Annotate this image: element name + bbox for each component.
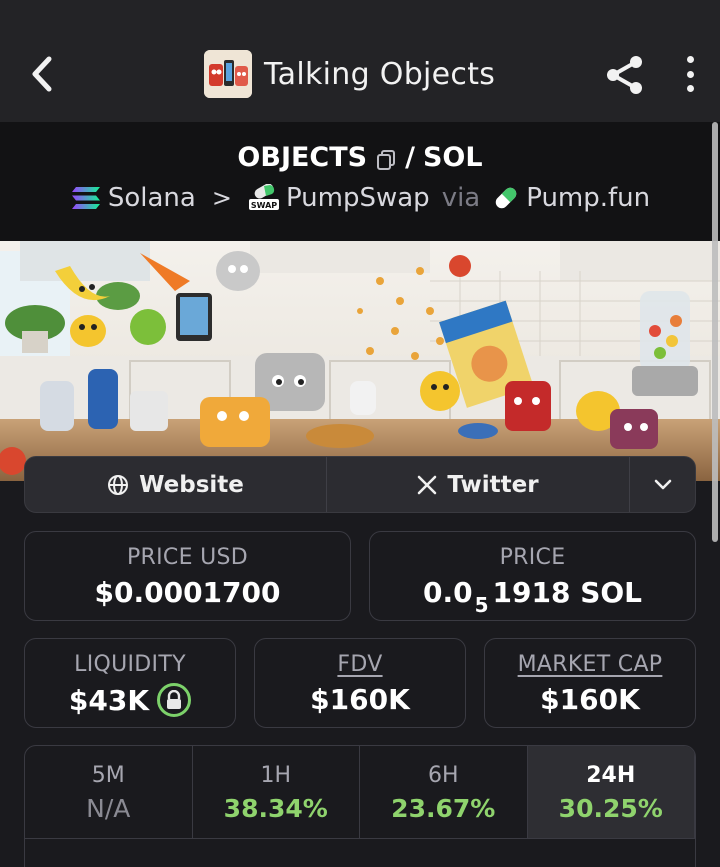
website-button[interactable]: Website bbox=[25, 457, 327, 512]
pumpswap-icon: SWAP bbox=[248, 184, 279, 210]
fdv-value: $160K bbox=[310, 683, 410, 716]
solana-icon bbox=[71, 187, 100, 209]
tab-label: 1H bbox=[260, 763, 292, 788]
transactions-row-divider bbox=[25, 838, 695, 867]
back-button[interactable] bbox=[26, 56, 58, 92]
tab-5m[interactable]: 5M N/A bbox=[25, 746, 193, 838]
twitter-button[interactable]: Twitter bbox=[327, 457, 630, 512]
lock-icon bbox=[167, 690, 182, 709]
fdv-label[interactable]: FDV bbox=[255, 652, 465, 677]
change-value: N/A bbox=[86, 794, 131, 823]
price-usd-label: PRICE USD bbox=[126, 545, 248, 570]
swap-badge: SWAP bbox=[251, 201, 277, 210]
app-title: Talking Objects bbox=[264, 56, 496, 92]
tab-label: 6H bbox=[427, 763, 459, 788]
quote-token-symbol: SOL bbox=[422, 142, 483, 173]
title-group: Talking Objects bbox=[204, 50, 495, 98]
pair-title: OBJECTS / SOL bbox=[0, 142, 720, 173]
links-bar: Website Twitter bbox=[24, 456, 696, 513]
share-button[interactable] bbox=[604, 54, 646, 96]
x-logo-icon bbox=[418, 475, 437, 494]
token-logo bbox=[204, 50, 252, 98]
dex-name[interactable]: PumpSwap bbox=[286, 183, 430, 213]
launchpad-name[interactable]: Pump.fun bbox=[526, 183, 650, 213]
tab-6h[interactable]: 6H 23.67% bbox=[360, 746, 528, 838]
market-cap-label[interactable]: MARKET CAP bbox=[485, 652, 695, 677]
base-token-symbol: OBJECTS bbox=[237, 142, 368, 173]
chevron-down-icon bbox=[654, 479, 671, 489]
liquidity-locked-badge[interactable] bbox=[157, 683, 192, 717]
chain-dex-line: Solana > SWAP PumpSwap via Pump.fun bbox=[0, 183, 720, 213]
copy-icon[interactable] bbox=[375, 147, 397, 170]
price-native-card: PRICE 0.0 5 1918 SOL bbox=[369, 531, 696, 621]
chain-name[interactable]: Solana bbox=[108, 183, 196, 213]
token-banner-image bbox=[0, 241, 720, 481]
price-usd-value: $0.0001700 bbox=[94, 576, 281, 609]
twitter-label: Twitter bbox=[447, 471, 539, 498]
more-vertical-icon bbox=[686, 56, 694, 63]
chevron-left-icon bbox=[32, 56, 52, 92]
change-value: 30.25% bbox=[558, 794, 663, 823]
pill-icon bbox=[495, 187, 517, 209]
share-icon bbox=[607, 56, 642, 94]
via-label: via bbox=[441, 183, 481, 213]
price-zero-count: 5 bbox=[474, 592, 489, 617]
tab-1h[interactable]: 1H 38.34% bbox=[193, 746, 360, 838]
pair-slash: / bbox=[405, 142, 415, 173]
fdv-card[interactable]: FDV $160K bbox=[254, 638, 466, 728]
website-label: Website bbox=[139, 471, 244, 498]
liquidity-card: LIQUIDITY $43K bbox=[24, 638, 236, 728]
pair-info-bar bbox=[0, 122, 720, 241]
globe-icon bbox=[108, 474, 129, 495]
liquidity-value: $43K bbox=[68, 683, 150, 717]
change-value: 38.34% bbox=[223, 794, 328, 823]
price-usd-card: PRICE USD $0.0001700 bbox=[24, 531, 351, 621]
change-value: 23.67% bbox=[391, 794, 496, 823]
more-links-dropdown[interactable] bbox=[630, 457, 695, 512]
scrollbar-thumb[interactable] bbox=[712, 122, 718, 542]
more-options-button[interactable] bbox=[680, 56, 700, 92]
liquidity-label: LIQUIDITY bbox=[74, 652, 186, 677]
price-change-tabs: 5M N/A 1H 38.34% 6H 23.67% 24H 30.25% bbox=[24, 745, 696, 867]
market-cap-card[interactable]: MARKET CAP $160K bbox=[484, 638, 696, 728]
tab-24h[interactable]: 24H 30.25% bbox=[527, 746, 695, 838]
price-native-value: 0.0 5 1918 SOL bbox=[422, 576, 643, 617]
breadcrumb-chevron: > bbox=[211, 184, 232, 212]
top-app-bar: Talking Objects bbox=[0, 0, 720, 122]
tab-label: 24H bbox=[586, 763, 636, 788]
market-cap-value: $160K bbox=[540, 683, 640, 716]
price-native-label: PRICE bbox=[499, 545, 566, 570]
tab-label: 5M bbox=[91, 763, 125, 788]
